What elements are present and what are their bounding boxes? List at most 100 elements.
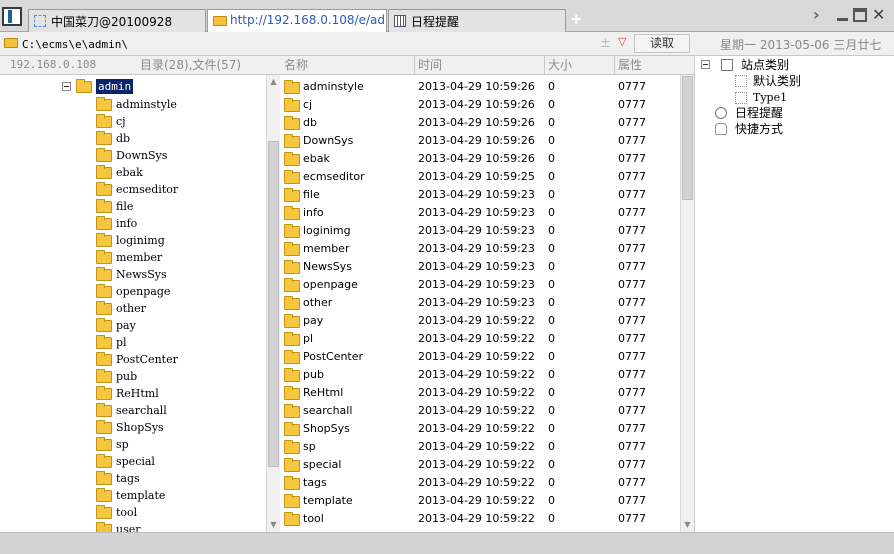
folder-icon [96, 199, 112, 213]
file-name: member [303, 242, 350, 255]
column-time[interactable]: 时间 [418, 56, 442, 74]
scroll-down-icon[interactable]: ▼ [682, 519, 693, 531]
tree-scrollbar[interactable]: ▲ ▼ [266, 75, 280, 532]
directory-tree: admin adminstyle cj db DownSys ebak ecmsedito… [0, 75, 266, 532]
file-attr: 0777 [618, 458, 646, 471]
file-name: info [303, 206, 324, 219]
folder-icon [213, 16, 227, 26]
app-logo-icon[interactable] [2, 7, 22, 26]
new-tab-button[interactable]: + [570, 11, 583, 27]
file-row[interactable]: NewsSys 2013-04-29 10:59:23 0 0777 [280, 258, 680, 276]
folder-icon [284, 314, 300, 328]
file-row[interactable]: searchall 2013-04-29 10:59:22 0 0777 [280, 402, 680, 420]
folder-icon [96, 148, 112, 162]
page-icon [34, 15, 46, 27]
tree-item-label: searchall [116, 404, 167, 417]
folder-icon [284, 404, 300, 418]
file-attr: 0777 [618, 314, 646, 327]
type1-label: Type1 [753, 91, 788, 104]
column-attr[interactable]: 属性 [618, 56, 642, 74]
folder-icon [96, 369, 112, 383]
file-attr: 0777 [618, 134, 646, 147]
folder-icon [284, 332, 300, 346]
minimize-icon[interactable] [836, 8, 850, 22]
path-input[interactable]: C:\ecms\e\admin\ [22, 36, 612, 53]
file-list-scroll-thumb[interactable] [682, 76, 693, 200]
file-list-scrollbar[interactable]: ▼ [680, 75, 694, 532]
file-size: 0 [548, 296, 555, 309]
tree-item-label: member [116, 251, 163, 264]
file-row[interactable]: pl 2013-04-29 10:59:22 0 0777 [280, 330, 680, 348]
maximize-icon[interactable] [853, 8, 867, 22]
file-size: 0 [548, 458, 555, 471]
file-size: 0 [548, 476, 555, 489]
file-row[interactable]: tags 2013-04-29 10:59:22 0 0777 [280, 474, 680, 492]
file-row[interactable]: db 2013-04-29 10:59:26 0 0777 [280, 114, 680, 132]
column-name[interactable]: 名称 [284, 56, 308, 74]
file-time: 2013-04-29 10:59:22 [418, 476, 535, 489]
file-name: DownSys [303, 134, 354, 147]
chevron-down-icon[interactable]: ▽ [618, 35, 626, 48]
scroll-up-icon[interactable]: ▲ [268, 76, 279, 88]
file-row[interactable]: ShopSys 2013-04-29 10:59:22 0 0777 [280, 420, 680, 438]
file-row[interactable]: openpage 2013-04-29 10:59:23 0 0777 [280, 276, 680, 294]
folder-icon [284, 188, 300, 202]
file-row[interactable]: template 2013-04-29 10:59:22 0 0777 [280, 492, 680, 510]
tab-file-manager[interactable]: http://192.168.0.108/e/admi... [207, 9, 387, 33]
file-row[interactable]: pub 2013-04-29 10:59:22 0 0777 [280, 366, 680, 384]
file-row[interactable]: ebak 2013-04-29 10:59:26 0 0777 [280, 150, 680, 168]
tab-shell-manager[interactable]: 中国菜刀@20100928 [28, 9, 206, 32]
tree-item-label: DownSys [116, 149, 168, 162]
file-attr: 0777 [618, 260, 646, 273]
tab-schedule[interactable]: 日程提醒 [388, 9, 566, 32]
file-row[interactable]: DownSys 2013-04-29 10:59:26 0 0777 [280, 132, 680, 150]
file-name: sp [303, 440, 316, 453]
close-icon[interactable]: ✕ [872, 7, 886, 23]
tree-item-label: ebak [116, 166, 143, 179]
file-name: loginimg [303, 224, 351, 237]
file-row[interactable]: info 2013-04-29 10:59:23 0 0777 [280, 204, 680, 222]
file-row[interactable]: ecmseditor 2013-04-29 10:59:25 0 0777 [280, 168, 680, 186]
file-time: 2013-04-29 10:59:25 [418, 170, 535, 183]
file-row[interactable]: adminstyle 2013-04-29 10:59:26 0 0777 [280, 78, 680, 96]
chevron-right-icon[interactable]: › [813, 7, 827, 23]
file-time: 2013-04-29 10:59:22 [418, 422, 535, 435]
file-row[interactable]: file 2013-04-29 10:59:23 0 0777 [280, 186, 680, 204]
file-row[interactable]: other 2013-04-29 10:59:23 0 0777 [280, 294, 680, 312]
file-row[interactable]: ReHtml 2013-04-29 10:59:22 0 0777 [280, 384, 680, 402]
tree-item-label: adminstyle [116, 98, 177, 111]
file-attr: 0777 [618, 170, 646, 183]
schedule-label: 日程提醒 [735, 106, 784, 120]
file-row[interactable]: pay 2013-04-29 10:59:22 0 0777 [280, 312, 680, 330]
folder-icon [76, 79, 92, 93]
collapse-icon[interactable] [62, 82, 71, 91]
file-row[interactable]: cj 2013-04-29 10:59:26 0 0777 [280, 96, 680, 114]
file-size: 0 [548, 368, 555, 381]
file-row[interactable]: member 2013-04-29 10:59:23 0 0777 [280, 240, 680, 258]
column-size[interactable]: 大小 [548, 56, 572, 74]
default-category-label: 默认类别 [753, 74, 802, 88]
file-row[interactable]: loginimg 2013-04-29 10:59:23 0 0777 [280, 222, 680, 240]
tree-item-label: cj [116, 115, 126, 128]
file-row[interactable]: special 2013-04-29 10:59:22 0 0777 [280, 456, 680, 474]
site-category-label: 站点类别 [741, 58, 790, 72]
bookmark-icon[interactable]: ± [600, 36, 611, 51]
collapse-icon[interactable] [701, 60, 710, 69]
file-size: 0 [548, 260, 555, 273]
file-row[interactable]: PostCenter 2013-04-29 10:59:22 0 0777 [280, 348, 680, 366]
file-row[interactable]: tool 2013-04-29 10:59:22 0 0777 [280, 510, 680, 528]
file-time: 2013-04-29 10:59:22 [418, 404, 535, 417]
tree-item-label: special [116, 455, 155, 468]
address-bar: C:\ecms\e\admin\ ± ▽ 读取 星期一 2013-05-06 三… [0, 32, 894, 56]
file-size: 0 [548, 494, 555, 507]
tree-scroll-thumb[interactable] [268, 141, 279, 467]
tree-item-label: tool [116, 506, 138, 519]
file-name: template [303, 494, 353, 507]
file-row[interactable]: sp 2013-04-29 10:59:22 0 0777 [280, 438, 680, 456]
read-button[interactable]: 读取 [634, 34, 690, 53]
tab-label: 日程提醒 [411, 15, 460, 29]
side-panel: 站点类别 默认类别 Type1 日程提醒 快捷方式 [694, 56, 894, 532]
folder-icon [284, 134, 300, 148]
document-icon [735, 75, 747, 87]
scroll-down-icon[interactable]: ▼ [268, 519, 279, 531]
